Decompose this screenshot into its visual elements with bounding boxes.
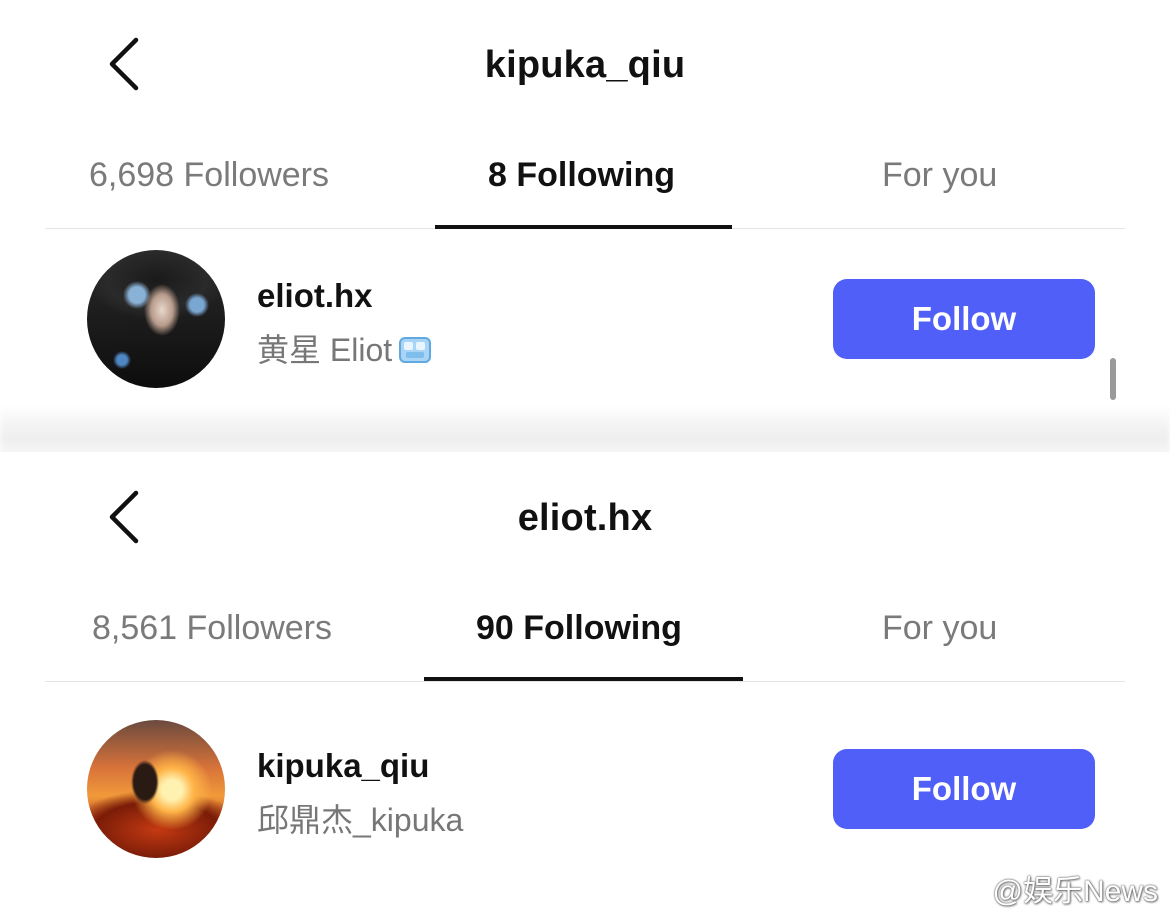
ice-cube-icon	[398, 335, 432, 365]
tab-divider	[45, 681, 1125, 682]
username[interactable]: eliot.hx	[257, 277, 373, 315]
page-title: kipuka_qiu	[484, 44, 686, 86]
avatar[interactable]	[87, 250, 225, 388]
tab-following[interactable]: 8 Following	[488, 156, 675, 195]
weibo-logo-icon	[944, 871, 989, 905]
full-name: 邱鼎杰_kipuka	[257, 802, 464, 838]
follow-button[interactable]: Follow	[833, 279, 1095, 359]
active-tab-indicator	[435, 225, 732, 229]
username[interactable]: kipuka_qiu	[257, 747, 429, 785]
follow-button[interactable]: Follow	[833, 749, 1095, 829]
watermark-text: @娱乐News	[992, 875, 1158, 908]
profile-following-screen-2: eliot.hx 8,561 Followers 90 Following Fo…	[0, 452, 1170, 916]
full-name-text: 黄星 Eliot	[257, 332, 393, 368]
watermark: @娱乐News	[943, 866, 1158, 910]
tab-following[interactable]: 90 Following	[476, 609, 682, 648]
profile-following-screen-1: kipuka_qiu 6,698 Followers 8 Following F…	[0, 0, 1170, 410]
full-name: 黄星 Eliot	[257, 325, 432, 371]
tab-followers[interactable]: 8,561 Followers	[92, 609, 332, 648]
avatar[interactable]	[87, 720, 225, 858]
tab-followers[interactable]: 6,698 Followers	[89, 156, 329, 195]
tab-for-you[interactable]: For you	[882, 609, 997, 648]
tab-for-you[interactable]: For you	[882, 156, 997, 195]
active-tab-indicator	[424, 677, 743, 681]
scrollbar[interactable]	[1110, 358, 1116, 400]
page-title: eliot.hx	[517, 497, 653, 539]
